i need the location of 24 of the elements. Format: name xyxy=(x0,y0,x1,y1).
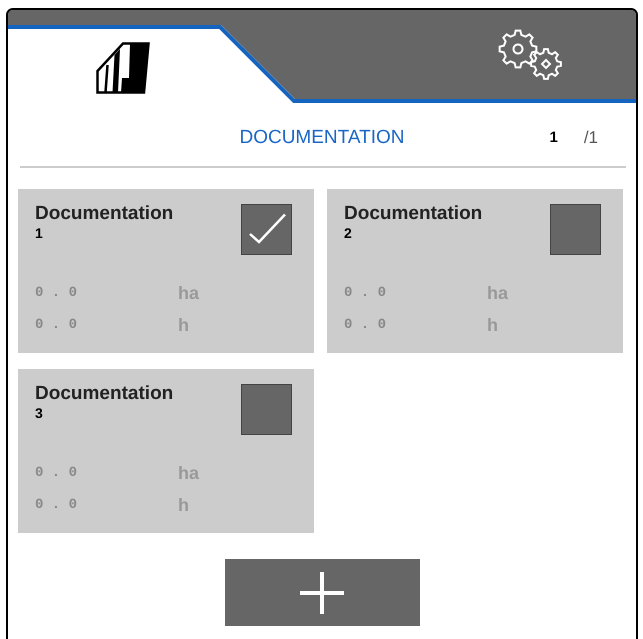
value-text: 0 . 0 xyxy=(35,284,78,303)
checkbox[interactable] xyxy=(550,204,601,255)
value-text: 0 . 0 xyxy=(35,496,78,515)
checkbox[interactable] xyxy=(241,204,292,255)
value-text: 0 . 0 xyxy=(35,464,78,483)
settings-icon xyxy=(497,28,563,80)
page-total: /1 xyxy=(584,127,598,149)
card-title: Documentation xyxy=(344,203,482,224)
card-number: 2 xyxy=(344,226,353,240)
card-number: 1 xyxy=(35,226,44,240)
value-text: 0 . 0 xyxy=(344,284,388,303)
tab[interactable] xyxy=(8,25,296,103)
card-number: 3 xyxy=(35,406,44,420)
plus-icon xyxy=(300,572,344,614)
card-title: Documentation xyxy=(35,203,174,224)
page-title: DOCUMENTATION xyxy=(239,127,404,149)
add-button[interactable] xyxy=(224,559,420,626)
striped-shape-icon xyxy=(96,42,150,94)
card-title: Documentation xyxy=(35,383,174,404)
page-number: 1 xyxy=(549,128,558,148)
checkbox[interactable] xyxy=(241,384,292,435)
value-text: 0 . 0 xyxy=(344,316,388,335)
checkmark-icon xyxy=(249,213,286,244)
value-text: 0 . 0 xyxy=(35,316,78,335)
